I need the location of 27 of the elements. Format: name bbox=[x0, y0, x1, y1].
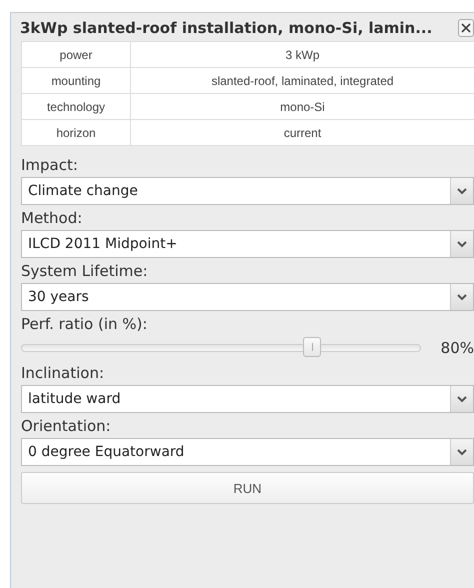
slider-thumb[interactable] bbox=[303, 337, 322, 357]
slider-value: 80% bbox=[440, 339, 474, 357]
chevron-down-icon bbox=[457, 240, 467, 248]
property-name: mounting bbox=[22, 68, 130, 94]
field-label: Inclination: bbox=[21, 364, 105, 382]
dropdown[interactable]: latitude ward bbox=[21, 385, 474, 413]
field-label: Perf. ratio (in %): bbox=[21, 315, 148, 333]
close-icon bbox=[461, 23, 471, 33]
run-button[interactable]: RUN bbox=[21, 472, 474, 504]
property-name: horizon bbox=[22, 120, 130, 146]
field-label: System Lifetime: bbox=[21, 262, 149, 280]
field-label: Orientation: bbox=[21, 417, 112, 435]
property-value: 3 kWp bbox=[130, 42, 474, 68]
chevron-down-icon bbox=[457, 188, 467, 194]
dropdown[interactable]: 30 years bbox=[21, 283, 474, 311]
field-label: Method: bbox=[21, 209, 84, 227]
window-title: 3kWp slanted-roof installation, mono-Si, lamin... bbox=[20, 19, 432, 37]
chevron-down-icon bbox=[457, 448, 467, 456]
dropdown[interactable]: ILCD 2011 Midpoint+ bbox=[21, 230, 474, 258]
chevron-down-icon bbox=[457, 396, 467, 402]
dropdown[interactable]: Climate change bbox=[21, 177, 474, 205]
dropdown[interactable]: 0 degree Equatorward bbox=[21, 438, 474, 466]
field-label: Impact: bbox=[21, 156, 79, 174]
close-button[interactable] bbox=[458, 19, 474, 37]
property-name: technology bbox=[22, 94, 130, 120]
chevron-down-icon bbox=[457, 294, 467, 300]
property-name: power bbox=[22, 42, 130, 68]
